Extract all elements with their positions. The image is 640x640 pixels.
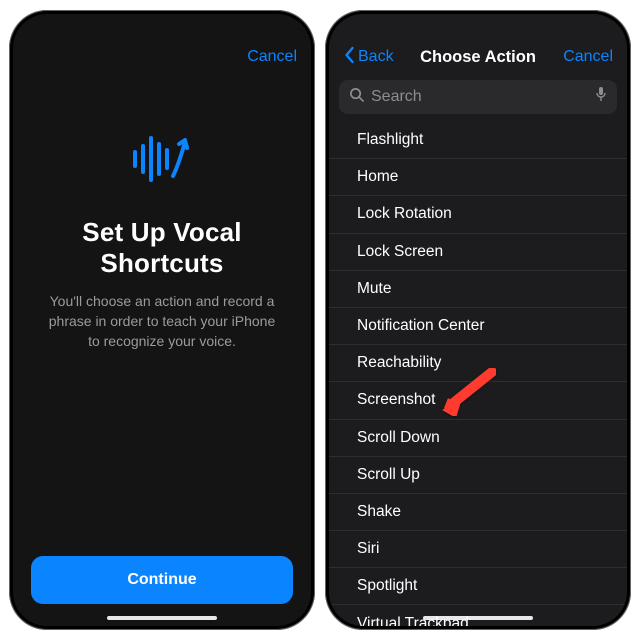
home-indicator [423, 616, 533, 620]
action-row[interactable]: Siri [329, 531, 627, 568]
action-label: Lock Rotation [357, 205, 452, 223]
cancel-button[interactable]: Cancel [247, 48, 297, 66]
home-indicator [107, 616, 217, 620]
action-list: Flashlight Home Lock Rotation Lock Screen Mu… [329, 122, 627, 626]
action-label: Shake [357, 503, 401, 521]
action-label: Mute [357, 280, 391, 298]
dictate-icon[interactable] [595, 86, 607, 108]
cancel-button[interactable]: Cancel [563, 48, 613, 66]
back-button[interactable]: Back [343, 46, 394, 69]
page-subtitle: You'll choose an action and record a phr… [39, 292, 285, 351]
continue-button[interactable]: Continue [31, 556, 293, 604]
action-row[interactable]: Mute [329, 271, 627, 308]
action-label: Scroll Up [357, 466, 420, 484]
action-label: Scroll Down [357, 429, 440, 447]
phone-left: Cancel [9, 10, 315, 630]
nav-bar: Back Choose Action Cancel [329, 38, 627, 76]
action-row[interactable]: Lock Rotation [329, 196, 627, 233]
back-label: Back [358, 48, 394, 66]
action-label: Flashlight [357, 131, 423, 149]
action-row[interactable]: Screenshot [329, 382, 627, 419]
search-input[interactable]: Search [339, 80, 617, 114]
nav-bar: Cancel [13, 38, 311, 76]
action-row[interactable]: Spotlight [329, 568, 627, 605]
action-row[interactable]: Scroll Down [329, 420, 627, 457]
action-row[interactable]: Home [329, 159, 627, 196]
action-label: Siri [357, 540, 379, 558]
action-row[interactable]: Lock Screen [329, 234, 627, 271]
action-label: Notification Center [357, 317, 485, 335]
action-label: Lock Screen [357, 243, 443, 261]
action-label: Screenshot [357, 391, 435, 409]
action-label: Spotlight [357, 577, 417, 595]
search-icon [349, 87, 364, 107]
action-label: Home [357, 168, 398, 186]
vocal-shortcuts-icon [129, 132, 195, 191]
chevron-left-icon [343, 46, 356, 69]
status-bar [13, 14, 311, 38]
action-label: Reachability [357, 354, 441, 372]
status-bar [329, 14, 627, 38]
page-title: Set Up Vocal Shortcuts [39, 217, 285, 278]
action-row[interactable]: Reachability [329, 345, 627, 382]
search-placeholder: Search [371, 88, 588, 106]
action-row[interactable]: Flashlight [329, 122, 627, 159]
action-row[interactable]: Notification Center [329, 308, 627, 345]
screen-left: Cancel [13, 14, 311, 626]
phone-right: Back Choose Action Cancel Search Flashli… [325, 10, 631, 630]
screen-right: Back Choose Action Cancel Search Flashli… [329, 14, 627, 626]
action-row[interactable]: Shake [329, 494, 627, 531]
action-row[interactable]: Scroll Up [329, 457, 627, 494]
